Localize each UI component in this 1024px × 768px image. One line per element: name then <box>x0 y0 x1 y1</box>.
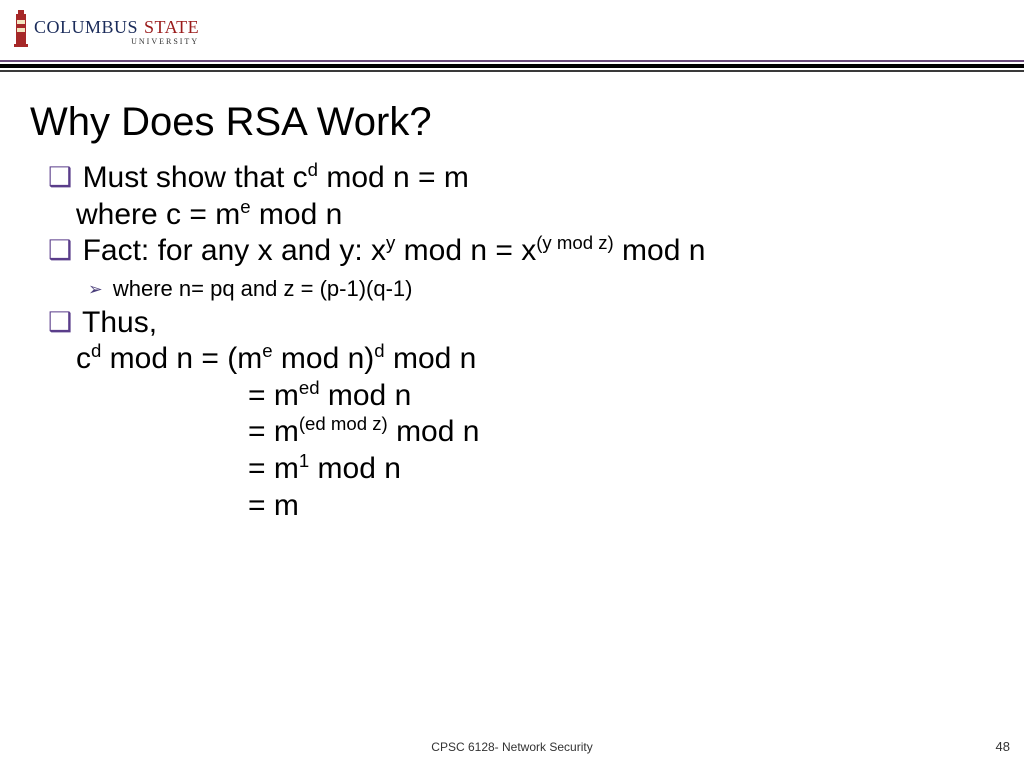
bullet-fact: Fact: for any x and y: xy mod n = x(y mo… <box>48 233 994 270</box>
text-fragment: Thus, <box>82 306 157 339</box>
logo-text: COLUMBUS STATE UNIVERSITY <box>34 12 199 46</box>
logo-subtext: UNIVERSITY <box>34 38 199 46</box>
eq-line-1: cd mod n = (me mod n)d mod n <box>48 341 994 378</box>
slide-body: Must show that cd mod n = m where c = me… <box>48 160 994 524</box>
text-fragment: = m <box>248 415 299 448</box>
text-fragment: mod n <box>320 379 412 412</box>
page-number: 48 <box>996 739 1010 754</box>
superscript: e <box>240 196 250 217</box>
text-fragment: where c = m <box>76 198 240 231</box>
slide: COLUMBUS STATE UNIVERSITY Why Does RSA W… <box>0 0 1024 768</box>
bullet-must-show: Must show that cd mod n = m <box>48 160 994 197</box>
logo-tower-icon <box>12 10 30 48</box>
superscript: d <box>374 340 384 361</box>
superscript: d <box>91 340 101 361</box>
text-fragment: mod n) <box>273 342 375 375</box>
where-clause: where c = me mod n <box>48 197 994 234</box>
superscript: 1 <box>299 450 309 471</box>
bullet-thus: Thus, <box>48 305 994 342</box>
text-fragment: mod n = m <box>318 161 469 194</box>
text-fragment: where n= pq and z = (p-1)(q-1) <box>113 276 413 301</box>
text-fragment: mod n <box>309 452 401 485</box>
text-fragment: c <box>76 342 91 375</box>
logo: COLUMBUS STATE UNIVERSITY <box>12 10 199 48</box>
text-fragment: mod n = x <box>395 234 536 267</box>
text-fragment: Must show that c <box>83 161 308 194</box>
text-fragment: = m <box>248 489 299 522</box>
slide-title: Why Does RSA Work? <box>30 100 432 145</box>
superscript: ed <box>299 377 320 398</box>
header-divider <box>0 60 1024 72</box>
eq-line-5: = m <box>48 488 994 525</box>
superscript: e <box>262 340 272 361</box>
text-fragment: = m <box>248 452 299 485</box>
text-fragment: mod n <box>614 234 706 267</box>
superscript: (ed mod z) <box>299 413 388 434</box>
sub-bullet-where: where n= pq and z = (p-1)(q-1) <box>48 276 994 303</box>
superscript: d <box>308 159 318 180</box>
logo-word-columbus: COLUMBUS <box>34 18 138 36</box>
superscript: (y mod z) <box>536 232 613 253</box>
text-fragment: mod n = (m <box>101 342 262 375</box>
footer-text: CPSC 6128- Network Security <box>0 740 1024 754</box>
eq-line-4: = m1 mod n <box>48 451 994 488</box>
text-fragment: = m <box>248 379 299 412</box>
text-fragment: mod n <box>251 198 343 231</box>
logo-word-state: STATE <box>144 18 199 36</box>
eq-line-3: = m(ed mod z) mod n <box>48 414 994 451</box>
eq-line-2: = med mod n <box>48 378 994 415</box>
superscript: y <box>386 232 395 253</box>
text-fragment: mod n <box>385 342 477 375</box>
text-fragment: Fact: for any x and y: x <box>83 234 386 267</box>
text-fragment: mod n <box>388 415 480 448</box>
